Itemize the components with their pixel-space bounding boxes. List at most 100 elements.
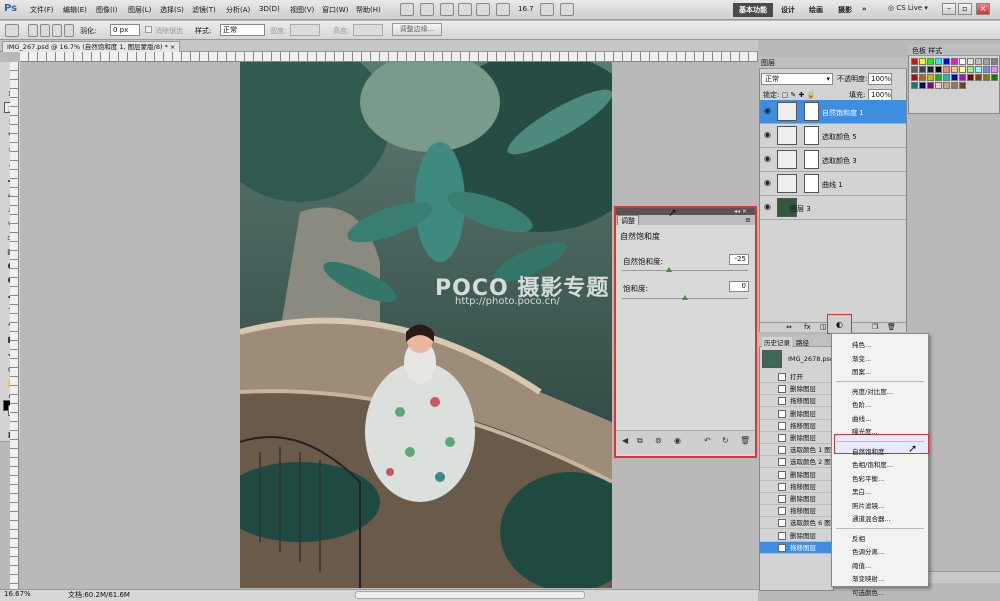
height-input[interactable] <box>353 24 383 36</box>
color-swatch[interactable] <box>959 66 966 73</box>
color-swatch[interactable] <box>959 74 966 81</box>
history-item[interactable]: 删除图层 <box>760 383 833 396</box>
color-swatch[interactable] <box>975 74 982 81</box>
new-layer-icon[interactable]: ❐ <box>872 323 878 331</box>
layer-row[interactable]: ◉ 选取颜色 5 <box>760 124 906 148</box>
context-menu-item[interactable]: 照片滤镜... <box>852 500 884 510</box>
back-arrow-icon[interactable]: ◀ <box>622 436 632 445</box>
extras-icon[interactable] <box>440 3 454 16</box>
blend-mode-select[interactable]: 正常 ▾ <box>761 73 833 85</box>
menu-item[interactable]: 图像(I) <box>96 5 118 15</box>
minimize-button[interactable]: – <box>942 3 956 15</box>
color-swatch[interactable] <box>911 74 918 81</box>
delete-icon[interactable]: 🗑 <box>740 436 750 445</box>
tab-swatches-group[interactable]: 色板 样式 <box>912 46 942 56</box>
history-item[interactable]: 拖移图层 <box>760 480 833 493</box>
eye-icon[interactable]: ◉ <box>764 203 773 211</box>
color-swatch[interactable] <box>927 82 934 89</box>
layer-mask-thumbnail[interactable] <box>804 102 819 121</box>
color-swatch[interactable] <box>967 66 974 73</box>
layer-mask-thumbnail[interactable] <box>804 150 819 169</box>
opacity-input[interactable]: 100% <box>868 73 892 85</box>
vibrance-input[interactable]: -25 <box>729 254 749 265</box>
history-item[interactable]: 删除图层 <box>760 407 833 420</box>
screen-mode-icon[interactable] <box>560 3 574 16</box>
expand-view-icon[interactable]: ⧉ <box>637 436 647 445</box>
menu-item[interactable]: 帮助(H) <box>356 5 381 15</box>
hand-icon[interactable] <box>458 3 472 16</box>
context-menu-item[interactable]: 图案... <box>852 366 871 376</box>
color-swatch[interactable] <box>927 66 934 73</box>
context-menu-item[interactable]: 反相 <box>852 533 865 543</box>
layer-mask-thumbnail[interactable] <box>804 174 819 193</box>
eye-icon[interactable]: ◉ <box>764 107 773 115</box>
color-swatch[interactable] <box>959 58 966 65</box>
color-swatch[interactable] <box>911 82 918 89</box>
menu-item[interactable]: 视图(V) <box>290 5 314 15</box>
context-menu-item[interactable]: 色相/饱和度... <box>852 459 893 469</box>
new-selection-icon[interactable] <box>28 24 38 37</box>
context-menu-item[interactable]: 纯色... <box>852 339 871 349</box>
workspace-painting[interactable]: 绘画 <box>809 5 823 15</box>
color-swatch[interactable] <box>943 74 950 81</box>
context-menu-item[interactable]: 色调分离... <box>852 546 884 556</box>
delete-layer-icon[interactable]: 🗑 <box>887 323 896 331</box>
context-menu-item[interactable]: 色阶... <box>852 399 871 409</box>
bridge-icon[interactable] <box>400 3 414 16</box>
style-select[interactable]: 正常 <box>220 24 265 36</box>
add-mask-icon[interactable]: ◫ <box>820 323 827 331</box>
color-swatch[interactable] <box>927 58 934 65</box>
context-menu-item[interactable]: 渐变映射... <box>852 573 884 583</box>
color-swatch[interactable] <box>991 74 998 81</box>
context-menu-item[interactable]: 黑白... <box>852 486 871 496</box>
color-swatch[interactable] <box>951 82 958 89</box>
eye-icon[interactable]: ◉ <box>764 179 773 187</box>
arrange-icon[interactable] <box>540 3 554 16</box>
rotate-icon[interactable] <box>496 3 510 16</box>
context-menu-item[interactable]: 渐变... <box>852 353 871 363</box>
context-menu-item[interactable]: 阈值... <box>852 560 871 570</box>
workspace-design[interactable]: 设计 <box>781 5 795 15</box>
history-item[interactable]: 删除图层 <box>760 493 833 505</box>
status-zoom[interactable]: 16.67% <box>4 590 31 598</box>
menu-item[interactable]: 编辑(E) <box>63 5 87 15</box>
restore-button[interactable]: ▫ <box>958 3 972 15</box>
eye-icon[interactable]: ◉ <box>764 131 773 139</box>
document-photo[interactable] <box>240 62 612 588</box>
layer-row[interactable]: ◉ 选取颜色 3 <box>760 148 906 172</box>
layer-row[interactable]: ◉ 自然饱和度 1 <box>760 100 906 124</box>
color-swatch[interactable] <box>983 74 990 81</box>
refine-edge-button[interactable]: 调整边缘... <box>392 23 442 36</box>
workspace-more-icon[interactable]: » <box>862 5 867 13</box>
vibrance-slider-knob[interactable] <box>666 267 673 272</box>
context-menu-item[interactable]: 可选颜色... <box>852 587 884 597</box>
history-item[interactable]: 打开 <box>760 371 833 383</box>
context-menu-item[interactable]: 色彩平衡... <box>852 473 884 483</box>
antialias-checkbox[interactable] <box>145 26 152 33</box>
add-selection-icon[interactable] <box>40 24 50 37</box>
color-swatch[interactable] <box>943 58 950 65</box>
context-menu-item[interactable]: 自然饱和度... <box>852 446 891 456</box>
vibrance-slider-track[interactable] <box>622 270 748 271</box>
workspace-photography[interactable]: 摄影 <box>838 5 852 15</box>
color-swatch[interactable] <box>975 58 982 65</box>
layer-thumbnail[interactable] <box>777 126 797 145</box>
menu-item[interactable]: 分析(A) <box>226 5 250 15</box>
color-swatch[interactable] <box>983 58 990 65</box>
color-swatch[interactable] <box>943 82 950 89</box>
tab-layers[interactable]: 图层 <box>761 58 775 68</box>
color-swatch[interactable] <box>975 66 982 73</box>
color-swatch[interactable] <box>951 66 958 73</box>
collapse-icon[interactable]: ◂◂ ✕ <box>734 208 747 215</box>
history-item[interactable]: 选取颜色 6 图层 <box>760 517 833 530</box>
color-swatch[interactable] <box>919 74 926 81</box>
layer-row[interactable]: ◉ 图层 3 <box>760 196 906 220</box>
close-button[interactable]: × <box>976 3 990 15</box>
tool-preset-icon[interactable] <box>5 24 19 37</box>
tab-adjustments[interactable]: 调整 <box>617 215 639 225</box>
color-swatch[interactable] <box>919 66 926 73</box>
color-swatch[interactable] <box>919 58 926 65</box>
color-swatch[interactable] <box>935 66 942 73</box>
color-swatch[interactable] <box>943 66 950 73</box>
context-menu-item[interactable]: 曲线... <box>852 413 871 423</box>
